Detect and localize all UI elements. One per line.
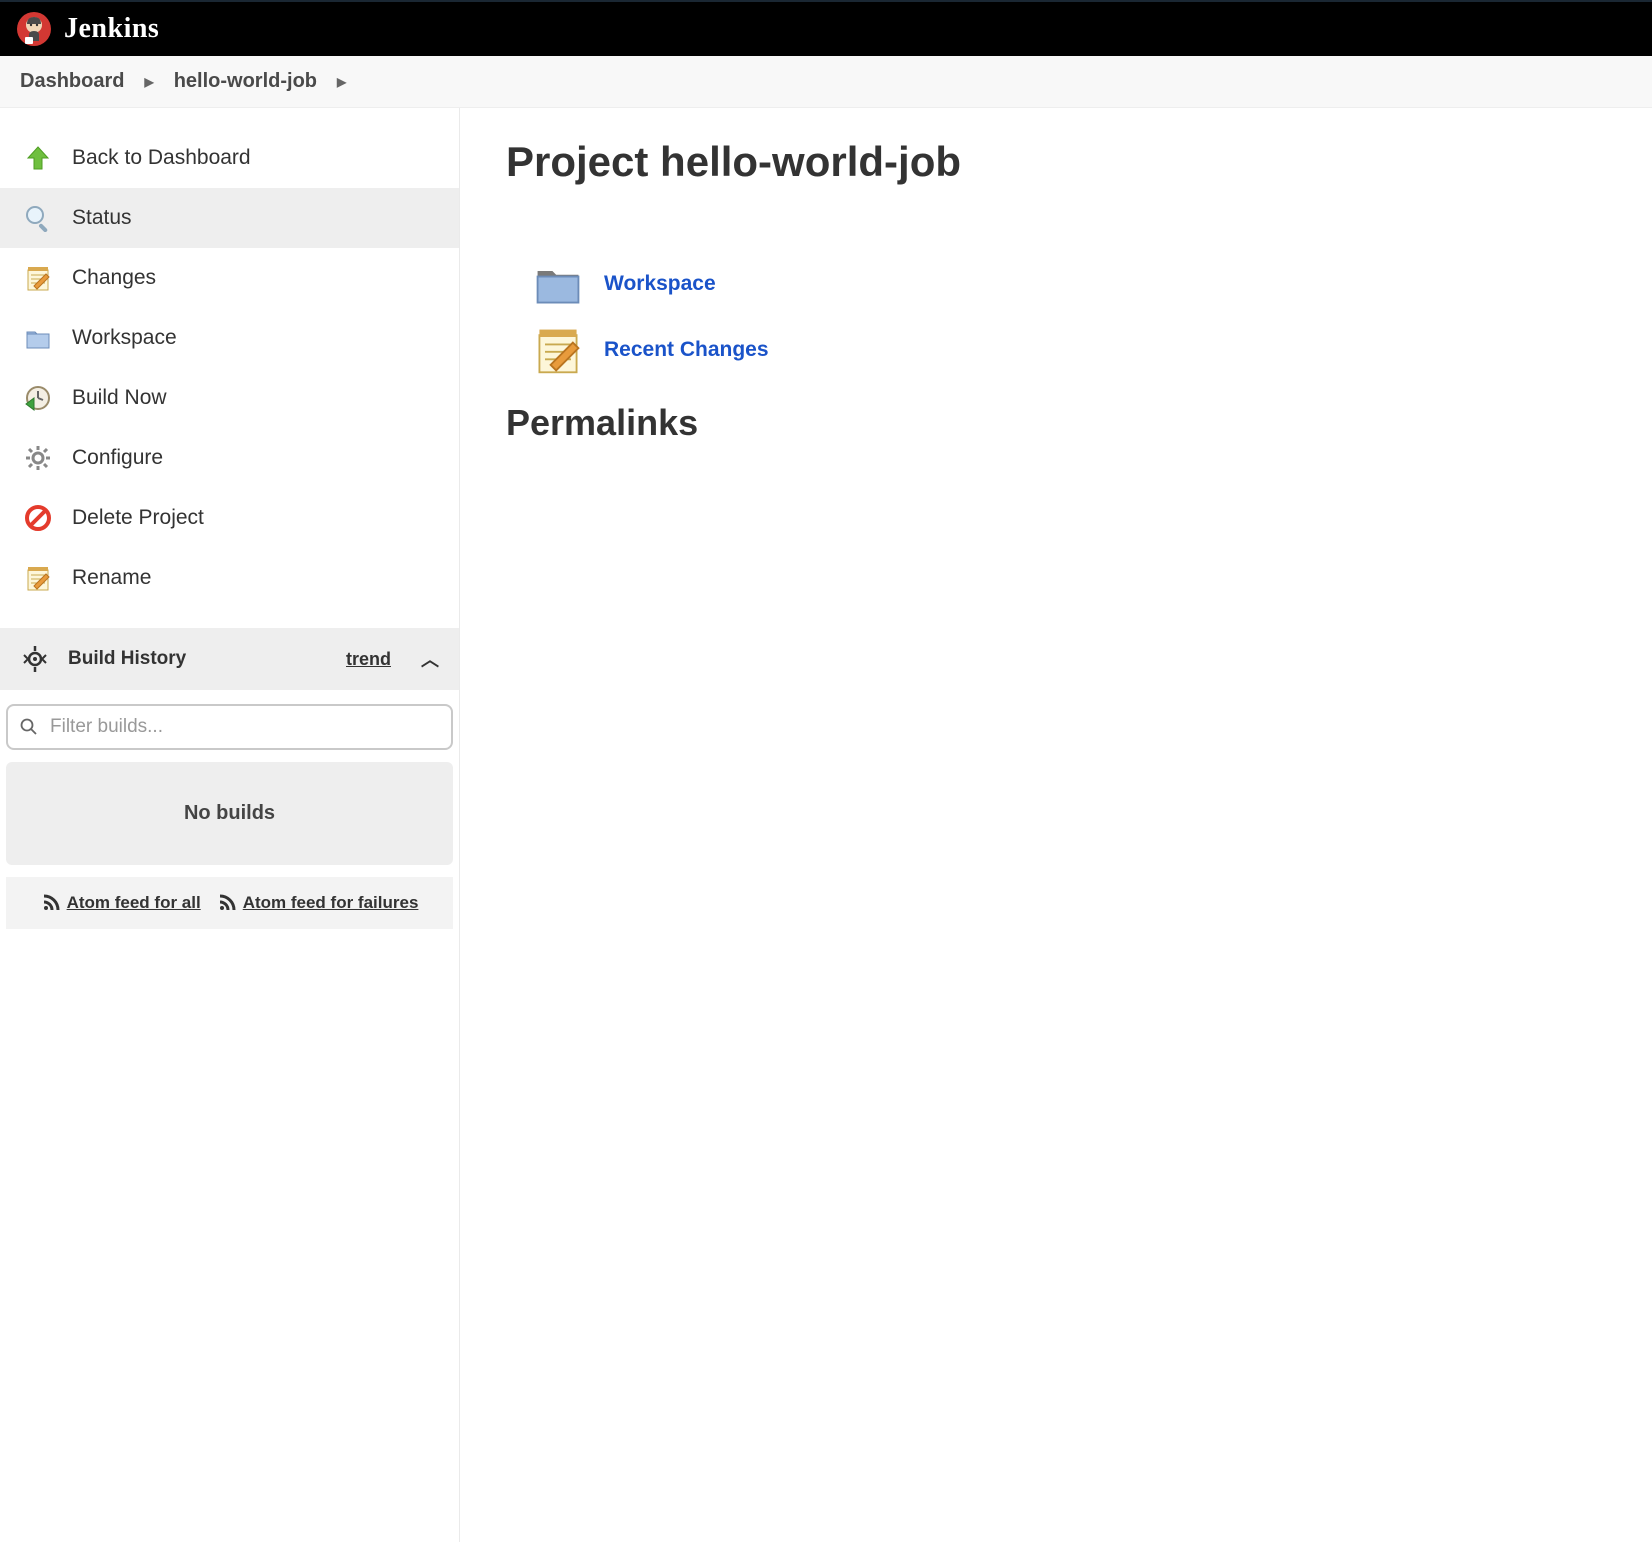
sidebar-item-label: Rename bbox=[72, 566, 151, 590]
sidebar-item-delete[interactable]: Delete Project bbox=[0, 488, 459, 548]
folder-icon bbox=[22, 322, 54, 354]
no-builds-message: No builds bbox=[6, 762, 453, 865]
sidebar-item-configure[interactable]: Configure bbox=[0, 428, 459, 488]
chevron-right-icon: ▶ bbox=[337, 75, 346, 89]
notepad-edit-icon bbox=[22, 562, 54, 594]
trend-link[interactable]: trend bbox=[346, 649, 391, 670]
sidebar-item-label: Delete Project bbox=[72, 506, 204, 530]
sidebar-item-changes[interactable]: Changes bbox=[0, 248, 459, 308]
sidebar-item-label: Changes bbox=[72, 266, 156, 290]
workspace-link[interactable]: Workspace bbox=[604, 272, 716, 296]
rss-icon bbox=[41, 893, 61, 913]
sidebar-item-status[interactable]: Status bbox=[0, 188, 459, 248]
sidebar-item-label: Back to Dashboard bbox=[72, 146, 251, 170]
atom-feed-all-link[interactable]: Atom feed for all bbox=[41, 893, 201, 913]
workspace-link-row[interactable]: Workspace bbox=[530, 256, 1606, 312]
filter-builds-input[interactable] bbox=[6, 704, 453, 750]
build-history-header: Build History trend ︿ bbox=[0, 628, 459, 690]
breadcrumb-dashboard[interactable]: Dashboard bbox=[20, 70, 124, 93]
main-panel: Project hello-world-job Workspace Recent… bbox=[460, 108, 1652, 1542]
sidebar-item-back[interactable]: Back to Dashboard bbox=[0, 128, 459, 188]
sidebar: Back to Dashboard Status Changes Workspa… bbox=[0, 108, 460, 1542]
search-icon bbox=[20, 718, 38, 736]
build-history-icon bbox=[20, 644, 50, 674]
notepad-icon bbox=[22, 262, 54, 294]
recent-changes-link[interactable]: Recent Changes bbox=[604, 338, 769, 362]
top-bar: Jenkins bbox=[0, 0, 1652, 56]
sidebar-item-workspace[interactable]: Workspace bbox=[0, 308, 459, 368]
sidebar-item-label: Build Now bbox=[72, 386, 167, 410]
recent-changes-link-row[interactable]: Recent Changes bbox=[530, 322, 1606, 378]
permalinks-heading: Permalinks bbox=[506, 402, 1606, 444]
sidebar-item-label: Status bbox=[72, 206, 132, 230]
rss-icon bbox=[217, 893, 237, 913]
brand-title: Jenkins bbox=[64, 13, 159, 45]
feed-row: Atom feed for all Atom feed for failures bbox=[6, 877, 453, 929]
sidebar-item-rename[interactable]: Rename bbox=[0, 548, 459, 608]
chevron-up-icon[interactable]: ︿ bbox=[421, 646, 439, 672]
notepad-icon bbox=[530, 322, 586, 378]
folder-icon bbox=[530, 256, 586, 312]
feed-label: Atom feed for failures bbox=[243, 893, 419, 913]
sidebar-item-label: Configure bbox=[72, 446, 163, 470]
gear-icon bbox=[22, 442, 54, 474]
clock-play-icon bbox=[22, 382, 54, 414]
build-history-title: Build History bbox=[68, 648, 328, 670]
feed-label: Atom feed for all bbox=[67, 893, 201, 913]
breadcrumb-job[interactable]: hello-world-job bbox=[174, 70, 317, 93]
sidebar-item-label: Workspace bbox=[72, 326, 177, 350]
sidebar-item-build-now[interactable]: Build Now bbox=[0, 368, 459, 428]
up-arrow-icon bbox=[22, 142, 54, 174]
no-entry-icon bbox=[22, 502, 54, 534]
atom-feed-failures-link[interactable]: Atom feed for failures bbox=[217, 893, 419, 913]
chevron-right-icon: ▶ bbox=[144, 75, 153, 89]
jenkins-logo-icon bbox=[16, 11, 52, 47]
magnifier-icon bbox=[22, 202, 54, 234]
logo-wrap[interactable]: Jenkins bbox=[16, 11, 159, 47]
page-title: Project hello-world-job bbox=[506, 138, 1606, 186]
breadcrumbs: Dashboard ▶ hello-world-job ▶ bbox=[0, 56, 1652, 108]
